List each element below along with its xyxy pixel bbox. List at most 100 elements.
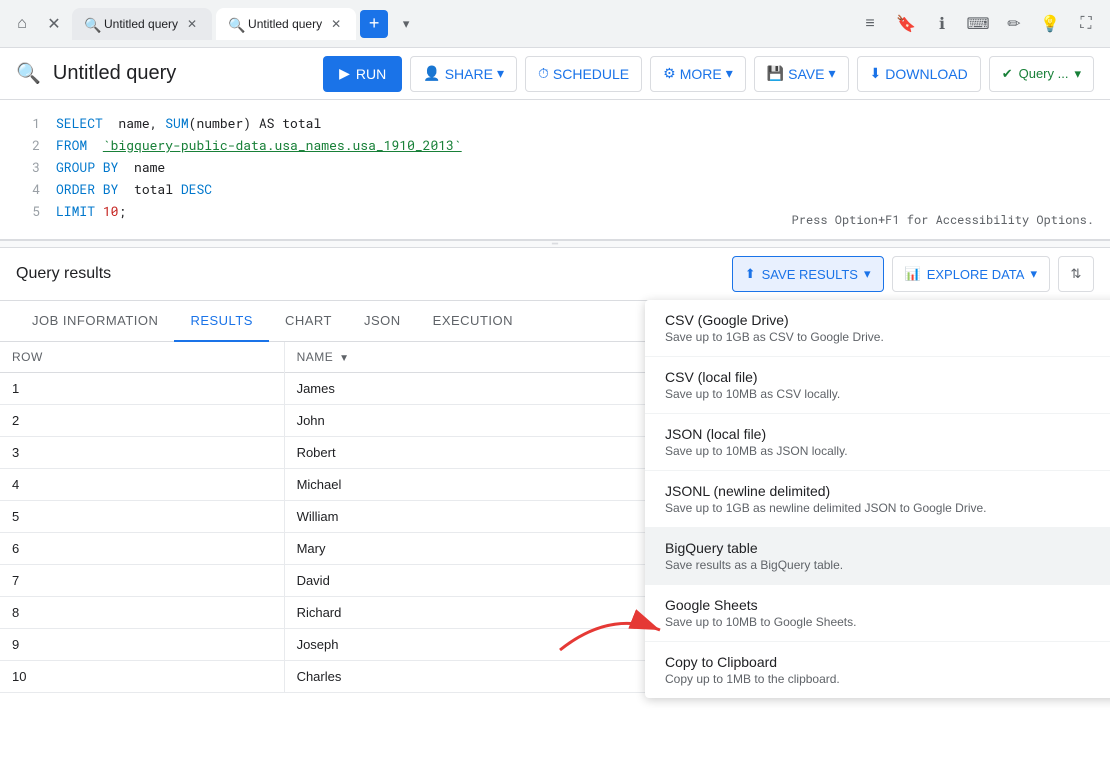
tab-job-information[interactable]: JOB INFORMATION xyxy=(16,301,174,342)
dropdown-item-title-bq-table: BigQuery table xyxy=(665,540,1105,556)
results-actions: ⬆ SAVE RESULTS ▾ 📊 EXPLORE DATA ▾ ⇅ xyxy=(732,256,1094,292)
cell-name: James xyxy=(284,373,684,405)
more-button[interactable]: ⚙ MORE ▾ xyxy=(650,56,746,92)
sql-line-4: 4 ORDER BY total DESC xyxy=(0,178,1110,200)
tab-execution[interactable]: EXECUTION xyxy=(417,301,529,342)
home-button[interactable]: ⌂ xyxy=(8,10,36,38)
tab-title-2: Untitled query xyxy=(248,17,322,31)
save-icon: 💾 xyxy=(767,65,784,82)
save-chevron-icon: ▾ xyxy=(828,65,835,82)
share-chevron-icon: ▾ xyxy=(497,65,504,82)
dropdown-item-desc-jsonl: Save up to 1GB as newline delimited JSON… xyxy=(665,501,1105,515)
bulb-icon-btn[interactable]: 💡 xyxy=(1034,8,1066,40)
back-close-button[interactable]: ✕ xyxy=(40,10,68,38)
tab-json[interactable]: JSON xyxy=(348,301,417,342)
results-header: Query results ⬆ SAVE RESULTS ▾ 📊 EXPLORE… xyxy=(0,248,1110,301)
explore-data-button[interactable]: 📊 EXPLORE DATA ▾ xyxy=(892,256,1051,292)
sql-line-1: 1 SELECT name, SUM(number) AS total xyxy=(0,112,1110,134)
cell-row: 6 xyxy=(0,533,284,565)
sql-line-2: 2 FROM `bigquery-public-data.usa_names.u… xyxy=(0,134,1110,156)
share-icon: 👤 xyxy=(423,65,440,82)
tab-results[interactable]: RESULTS xyxy=(174,301,269,342)
dropdown-item-title-clipboard: Copy to Clipboard xyxy=(665,654,1105,670)
cell-row: 2 xyxy=(0,405,284,437)
dropdown-bq-table[interactable]: BigQuery table Save results as a BigQuer… xyxy=(645,528,1110,585)
sql-code-5: LIMIT 10; xyxy=(56,200,126,222)
explore-chevron: ▾ xyxy=(1030,266,1037,282)
dropdown-csv-local[interactable]: CSV (local file) Save up to 10MB as CSV … xyxy=(645,357,1110,414)
dropdown-item-desc-csv-local: Save up to 10MB as CSV locally. xyxy=(665,387,1105,401)
status-check-icon: ✔ xyxy=(1002,66,1013,82)
cell-name: David xyxy=(284,565,684,597)
editor-resize-handle[interactable] xyxy=(0,240,1110,248)
cell-row: 7 xyxy=(0,565,284,597)
keyboard-icon-btn[interactable]: ⌨ xyxy=(962,8,994,40)
run-icon: ▶ xyxy=(339,65,350,82)
more-chevron-icon: ▾ xyxy=(726,65,733,82)
tab-chart[interactable]: CHART xyxy=(269,301,348,342)
schedule-icon: ⏱ xyxy=(538,65,549,82)
cell-name: Mary xyxy=(284,533,684,565)
dropdown-google-sheets[interactable]: Google Sheets Save up to 10MB to Google … xyxy=(645,585,1110,642)
run-button[interactable]: ▶ RUN xyxy=(323,56,402,92)
schedule-button[interactable]: ⏱ SCHEDULE xyxy=(525,56,642,92)
sql-code-4: ORDER BY total DESC xyxy=(56,178,212,200)
dropdown-item-title-jsonl: JSONL (newline delimited) xyxy=(665,483,1105,499)
tab-close-2[interactable]: ✕ xyxy=(328,16,344,32)
dropdown-item-desc-bq-table: Save results as a BigQuery table. xyxy=(665,558,1105,572)
tab-close-1[interactable]: ✕ xyxy=(184,16,200,32)
dropdown-item-desc-clipboard: Copy up to 1MB to the clipboard. xyxy=(665,672,1105,686)
expand-button[interactable]: ⇅ xyxy=(1058,256,1094,292)
cell-name: John xyxy=(284,405,684,437)
line-number-1: 1 xyxy=(16,112,40,134)
bookmark-icon-btn[interactable]: 🔖 xyxy=(890,8,922,40)
dropdown-jsonl[interactable]: JSONL (newline delimited) Save up to 1GB… xyxy=(645,471,1110,528)
tab-2[interactable]: 🔍 Untitled query ✕ xyxy=(216,8,356,40)
sql-editor[interactable]: 1 SELECT name, SUM(number) AS total 2 FR… xyxy=(0,100,1110,248)
dropdown-json-local[interactable]: JSON (local file) Save up to 10MB as JSO… xyxy=(645,414,1110,471)
search-icon: 🔍 xyxy=(16,61,41,86)
line-number-2: 2 xyxy=(16,134,40,156)
dropdown-clipboard[interactable]: Copy to Clipboard Copy up to 1MB to the … xyxy=(645,642,1110,698)
tab-1[interactable]: 🔍 Untitled query ✕ xyxy=(72,8,212,40)
tab-icon-1: 🔍 xyxy=(84,17,98,31)
dropdown-csv-gdrive[interactable]: CSV (Google Drive) Save up to 1GB as CSV… xyxy=(645,300,1110,357)
sql-code-2: FROM `bigquery-public-data.usa_names.usa… xyxy=(56,134,462,156)
results-title: Query results xyxy=(16,265,732,283)
browser-toolbar: ⌂ ✕ 🔍 Untitled query ✕ 🔍 Untitled query … xyxy=(0,0,1110,48)
save-results-dropdown: CSV (Google Drive) Save up to 1GB as CSV… xyxy=(645,300,1110,698)
new-tab-button[interactable]: + xyxy=(360,10,388,38)
more-tabs-button[interactable]: ▾ xyxy=(392,10,420,38)
tab-strip: 🔍 Untitled query ✕ 🔍 Untitled query ✕ + … xyxy=(72,8,850,40)
query-status: ✔ Query ... ▾ xyxy=(989,56,1094,92)
share-button[interactable]: 👤 SHARE ▾ xyxy=(410,56,517,92)
download-icon: ⬇ xyxy=(870,65,882,82)
save-button[interactable]: 💾 SAVE ▾ xyxy=(754,56,849,92)
col-header-name[interactable]: name ▼ xyxy=(284,342,684,373)
dropdown-item-title-json-local: JSON (local file) xyxy=(665,426,1105,442)
save-results-icon: ⬆ xyxy=(745,266,756,282)
cell-row: 5 xyxy=(0,501,284,533)
cell-name: Richard xyxy=(284,597,684,629)
sql-editor-content[interactable]: 1 SELECT name, SUM(number) AS total 2 FR… xyxy=(0,100,1110,240)
col-header-row: Row xyxy=(0,342,284,373)
sql-code-1: SELECT name, SUM(number) AS total xyxy=(56,112,321,134)
download-button[interactable]: ⬇ DOWNLOAD xyxy=(857,56,981,92)
edit-icon-btn[interactable]: ✏ xyxy=(998,8,1030,40)
dropdown-item-desc-sheets: Save up to 10MB to Google Sheets. xyxy=(665,615,1105,629)
cell-row: 3 xyxy=(0,437,284,469)
cell-name: Charles xyxy=(284,661,684,693)
page-layout: ⌂ ✕ 🔍 Untitled query ✕ 🔍 Untitled query … xyxy=(0,0,1110,781)
app-toolbar: 🔍 Untitled query ▶ RUN 👤 SHARE ▾ ⏱ SCHED… xyxy=(0,48,1110,100)
cell-row: 9 xyxy=(0,629,284,661)
dropdown-item-title: CSV (Google Drive) xyxy=(665,312,1105,328)
save-results-button[interactable]: ⬆ SAVE RESULTS ▾ xyxy=(732,256,884,292)
list-icon-btn[interactable]: ≡ xyxy=(854,8,886,40)
cell-row: 1 xyxy=(0,373,284,405)
fullscreen-icon-btn[interactable]: ⛶ xyxy=(1070,8,1102,40)
tab-title-1: Untitled query xyxy=(104,17,178,31)
status-chevron-icon: ▾ xyxy=(1074,66,1081,82)
cell-name: William xyxy=(284,501,684,533)
info-icon-btn[interactable]: ℹ xyxy=(926,8,958,40)
cell-name: Robert xyxy=(284,437,684,469)
